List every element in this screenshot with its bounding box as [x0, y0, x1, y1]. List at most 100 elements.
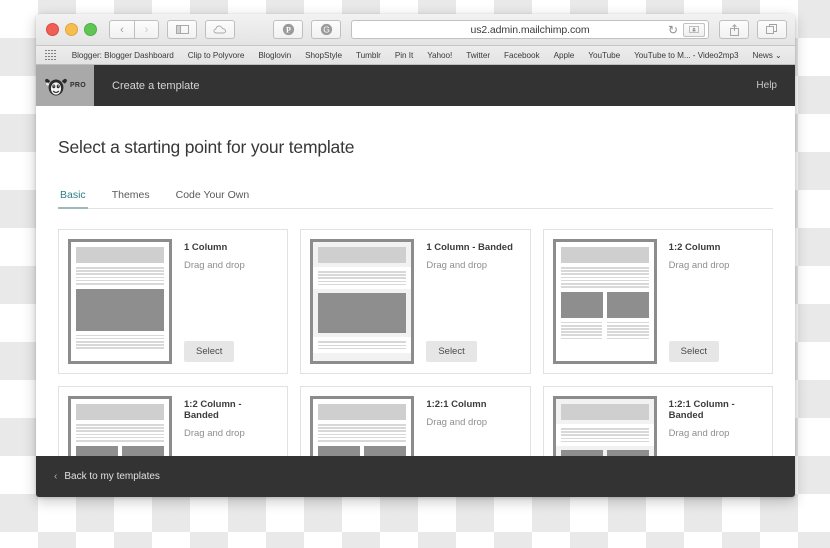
chevron-left-icon: ‹ [54, 470, 58, 482]
help-link[interactable]: Help [756, 65, 795, 106]
preview-image-block [606, 291, 649, 318]
back-to-my-templates-link[interactable]: Back to my templates [64, 471, 160, 482]
bookmark-item[interactable]: Facebook [497, 51, 547, 60]
zoom-window-button[interactable] [84, 23, 97, 36]
preview-band [313, 337, 412, 354]
share-button[interactable] [719, 20, 749, 39]
page-title: Select a starting point for your templat… [58, 137, 355, 157]
preview-text-lines [318, 341, 407, 350]
window-controls [46, 23, 97, 36]
template-name: 1 Column [184, 242, 228, 253]
chevron-left-icon: ‹ [120, 23, 124, 36]
icloud-tabs-button[interactable] [205, 20, 235, 39]
mailchimp-logo[interactable]: PRO [36, 65, 94, 106]
pro-badge: PRO [69, 82, 87, 89]
template-preview-one-column-banded [310, 239, 415, 364]
bookmark-item[interactable]: Pin It [388, 51, 420, 60]
preview-hero-block [560, 404, 649, 420]
pinterest-extension-button[interactable]: P [273, 20, 303, 39]
bookmark-item[interactable]: Yahoo! [420, 51, 459, 60]
address-bar[interactable]: us2.admin.mailchimp.com ↻ [351, 20, 709, 39]
share-icon [729, 23, 739, 36]
preview-two-column-blocks [560, 291, 649, 318]
select-button[interactable]: Select [184, 341, 235, 362]
reload-icon[interactable]: ↻ [668, 24, 678, 36]
preview-hero-block [318, 247, 407, 263]
svg-text:P: P [286, 26, 291, 35]
template-name: 1:2:1 Column - Banded [668, 399, 735, 421]
footer-bar: ‹ Back to my templates [36, 456, 795, 497]
svg-text:G: G [323, 25, 330, 35]
preview-band [313, 267, 412, 290]
preview-text-lines [318, 424, 407, 442]
preview-image-block [318, 293, 407, 334]
bookmark-item[interactable]: YouTube to M... - Video2mp3 [627, 51, 745, 60]
circle-g-icon: G [320, 23, 332, 36]
template-preview-one-column [68, 239, 172, 364]
main-content: Select a starting point for your templat… [36, 106, 795, 476]
preview-text-lines [76, 267, 164, 285]
reader-view-button[interactable] [683, 22, 705, 37]
preview-image-block [76, 288, 164, 331]
preview-text-lines [76, 424, 164, 442]
preview-hero-block [76, 404, 164, 420]
preview-text-lines [76, 334, 164, 349]
bookmark-item[interactable]: Twitter [459, 51, 497, 60]
select-button[interactable]: Select [426, 341, 477, 362]
template-grid: 1 Column Drag and drop Select 1 Column -… [58, 229, 773, 476]
bookmark-item[interactable]: Tumblr [349, 51, 388, 60]
template-meta: 1 Column Drag and drop Select [172, 239, 278, 364]
bookmark-item[interactable]: Clip to Polyvore [181, 51, 252, 60]
bookmark-item[interactable]: Bloglovin [251, 51, 298, 60]
pinterest-icon: P [282, 23, 294, 36]
bookmark-folder[interactable]: News ⌄ [746, 50, 789, 60]
show-all-bookmarks-icon[interactable] [45, 49, 56, 61]
bookmark-item[interactable]: Apple [547, 51, 582, 60]
bookmark-item[interactable]: ShopStyle [298, 51, 349, 60]
preview-two-column-text [560, 321, 649, 340]
browser-window: ‹ › P G us2.admin.mailchimp.com ↻ Blogge… [36, 14, 795, 497]
bookmarks-bar: Blogger: Blogger Dashboard Clip to Polyv… [36, 46, 795, 65]
template-preview-one-two-column [552, 239, 657, 364]
template-subtitle: Drag and drop [184, 260, 245, 271]
forward-button[interactable]: › [134, 20, 159, 39]
cloud-icon [213, 25, 227, 34]
close-window-button[interactable] [46, 23, 59, 36]
template-category-tabs: Basic Themes Code Your Own [58, 189, 773, 209]
preview-text-lines [560, 267, 649, 288]
template-card[interactable]: 1 Column - Banded Drag and drop Select [300, 229, 531, 374]
template-subtitle: Drag and drop [668, 260, 730, 271]
template-name: 1 Column - Banded [426, 242, 513, 253]
template-subtitle: Drag and drop [668, 428, 730, 439]
evernote-extension-button[interactable]: G [311, 20, 341, 39]
tab-basic[interactable]: Basic [58, 189, 88, 209]
select-button[interactable]: Select [668, 341, 720, 362]
preview-hero-block [560, 247, 649, 263]
template-subtitle: Drag and drop [426, 417, 488, 428]
chevron-right-icon: › [144, 23, 149, 36]
browser-toolbar: ‹ › P G us2.admin.mailchimp.com ↻ [36, 14, 795, 46]
bookmark-item[interactable]: YouTube [581, 51, 627, 60]
tabs-icon [766, 24, 777, 34]
page-viewport: PRO Create a template Help Select a star… [36, 65, 795, 497]
tab-code-your-own[interactable]: Code Your Own [174, 189, 252, 208]
template-name: 1:2:1 Column [426, 399, 487, 410]
tab-themes[interactable]: Themes [110, 189, 152, 208]
sidebar-icon [175, 25, 189, 34]
bookmark-item[interactable]: Blogger: Blogger Dashboard [65, 51, 181, 60]
template-card[interactable]: 1 Column Drag and drop Select [58, 229, 289, 374]
minimize-window-button[interactable] [65, 23, 78, 36]
app-title: Create a template [112, 79, 200, 92]
preview-text-lines [318, 271, 407, 286]
tabs-overview-button[interactable] [757, 20, 787, 39]
preview-hero-block [318, 404, 407, 420]
template-name: 1:2 Column - Banded [184, 399, 242, 421]
template-card[interactable]: 1:2 Column Drag and drop Select [542, 229, 773, 374]
app-header: PRO Create a template Help [36, 65, 795, 106]
sidebar-toggle-button[interactable] [167, 20, 197, 39]
preview-image-block [560, 291, 603, 318]
back-button[interactable]: ‹ [109, 20, 134, 39]
template-meta: 1 Column - Banded Drag and drop Select [414, 239, 520, 364]
bookmarks-overflow-icon[interactable]: » [789, 50, 796, 60]
url-text: us2.admin.mailchimp.com [470, 23, 590, 36]
